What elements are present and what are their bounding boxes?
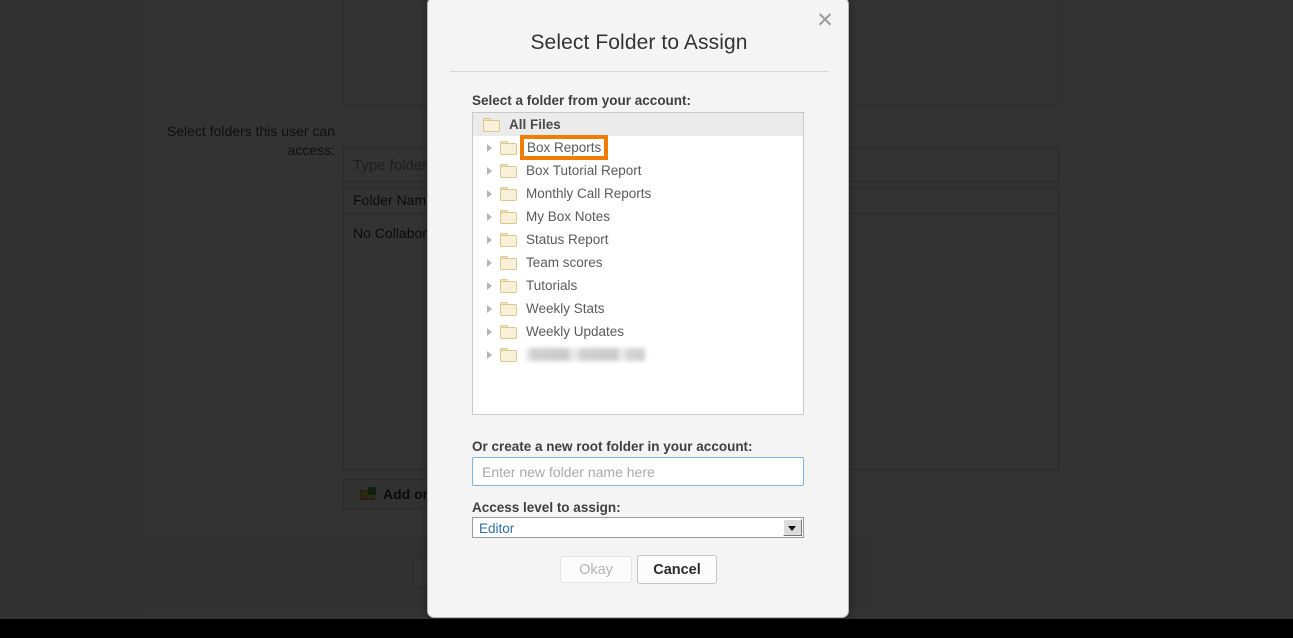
folder-icon — [500, 324, 517, 339]
tree-row-label: My Box Notes — [526, 209, 611, 224]
tree-section-label: Select a folder from your account: — [472, 93, 692, 108]
new-folder-label: Or create a new root folder in your acco… — [472, 439, 753, 454]
chevron-right-icon[interactable] — [483, 348, 496, 361]
tree-row-label: Monthly Call Reports — [526, 186, 652, 201]
access-level-select[interactable]: Editor — [472, 517, 804, 538]
tree-row[interactable]: Monthly Call Reports — [473, 182, 803, 205]
tree-row-label: Box Tutorial Report — [526, 163, 642, 178]
okay-button[interactable]: Okay — [560, 556, 632, 583]
dialog-title: Select Folder to Assign — [530, 31, 748, 54]
tree-row-label: Team scores — [526, 255, 603, 270]
select-folder-dialog: ✕ Select Folder to Assign Select a folde… — [427, 0, 849, 618]
cancel-button[interactable]: Cancel — [637, 555, 717, 584]
tree-row[interactable]: Tutorials — [473, 274, 803, 297]
tree-row-label: Status Report — [526, 232, 609, 247]
chevron-right-icon[interactable] — [483, 256, 496, 269]
chevron-right-icon[interactable] — [483, 233, 496, 246]
chevron-right-icon[interactable] — [483, 279, 496, 292]
access-level-label: Access level to assign: — [472, 500, 621, 515]
tree-row[interactable]: Team scores — [473, 251, 803, 274]
tree-row[interactable]: Box Tutorial Report — [473, 159, 803, 182]
chevron-right-icon[interactable] — [483, 164, 496, 177]
tree-item-list: Box Reports Box Tutorial Report Monthly Ca… — [473, 135, 803, 366]
folder-icon — [500, 140, 517, 155]
chevron-right-icon[interactable] — [483, 210, 496, 223]
folder-tree[interactable]: All Files Box Reports Box Tutorial Report… — [472, 112, 804, 415]
tree-row-label: All Files — [509, 117, 561, 132]
tree-row[interactable]: Weekly Updates — [473, 320, 803, 343]
tree-row-label: Box Reports — [519, 135, 609, 160]
folder-icon — [500, 163, 517, 178]
screen: Select folders this user can access: Typ… — [0, 0, 1293, 638]
folder-icon — [500, 209, 517, 224]
chevron-right-icon[interactable] — [483, 141, 496, 154]
tree-row-all-files[interactable]: All Files — [473, 113, 803, 136]
new-folder-input[interactable] — [472, 457, 804, 486]
folder-icon — [500, 301, 517, 316]
tree-row-label-redacted — [524, 348, 646, 361]
tree-row[interactable]: Box Reports — [473, 135, 803, 160]
folder-icon — [500, 186, 517, 201]
tree-row-label: Weekly Stats — [526, 301, 605, 316]
tree-row[interactable] — [473, 343, 803, 366]
chevron-right-icon[interactable] — [483, 302, 496, 315]
tree-row-label: Tutorials — [526, 278, 578, 293]
chevron-right-icon[interactable] — [483, 325, 496, 338]
tree-row[interactable]: Weekly Stats — [473, 297, 803, 320]
tree-row[interactable]: Status Report — [473, 228, 803, 251]
folder-icon — [500, 255, 517, 270]
folder-icon — [500, 347, 517, 362]
bottom-letterbox — [0, 619, 1293, 638]
dialog-divider — [450, 71, 828, 72]
tree-row-label: Weekly Updates — [526, 324, 625, 339]
chevron-right-icon[interactable] — [483, 187, 496, 200]
folder-icon — [500, 232, 517, 247]
caret-down-icon[interactable] — [783, 519, 802, 536]
tree-row[interactable]: My Box Notes — [473, 205, 803, 228]
access-level-value: Editor — [479, 521, 515, 536]
folder-icon — [483, 117, 500, 132]
folder-icon — [500, 278, 517, 293]
close-icon[interactable]: ✕ — [814, 10, 836, 32]
